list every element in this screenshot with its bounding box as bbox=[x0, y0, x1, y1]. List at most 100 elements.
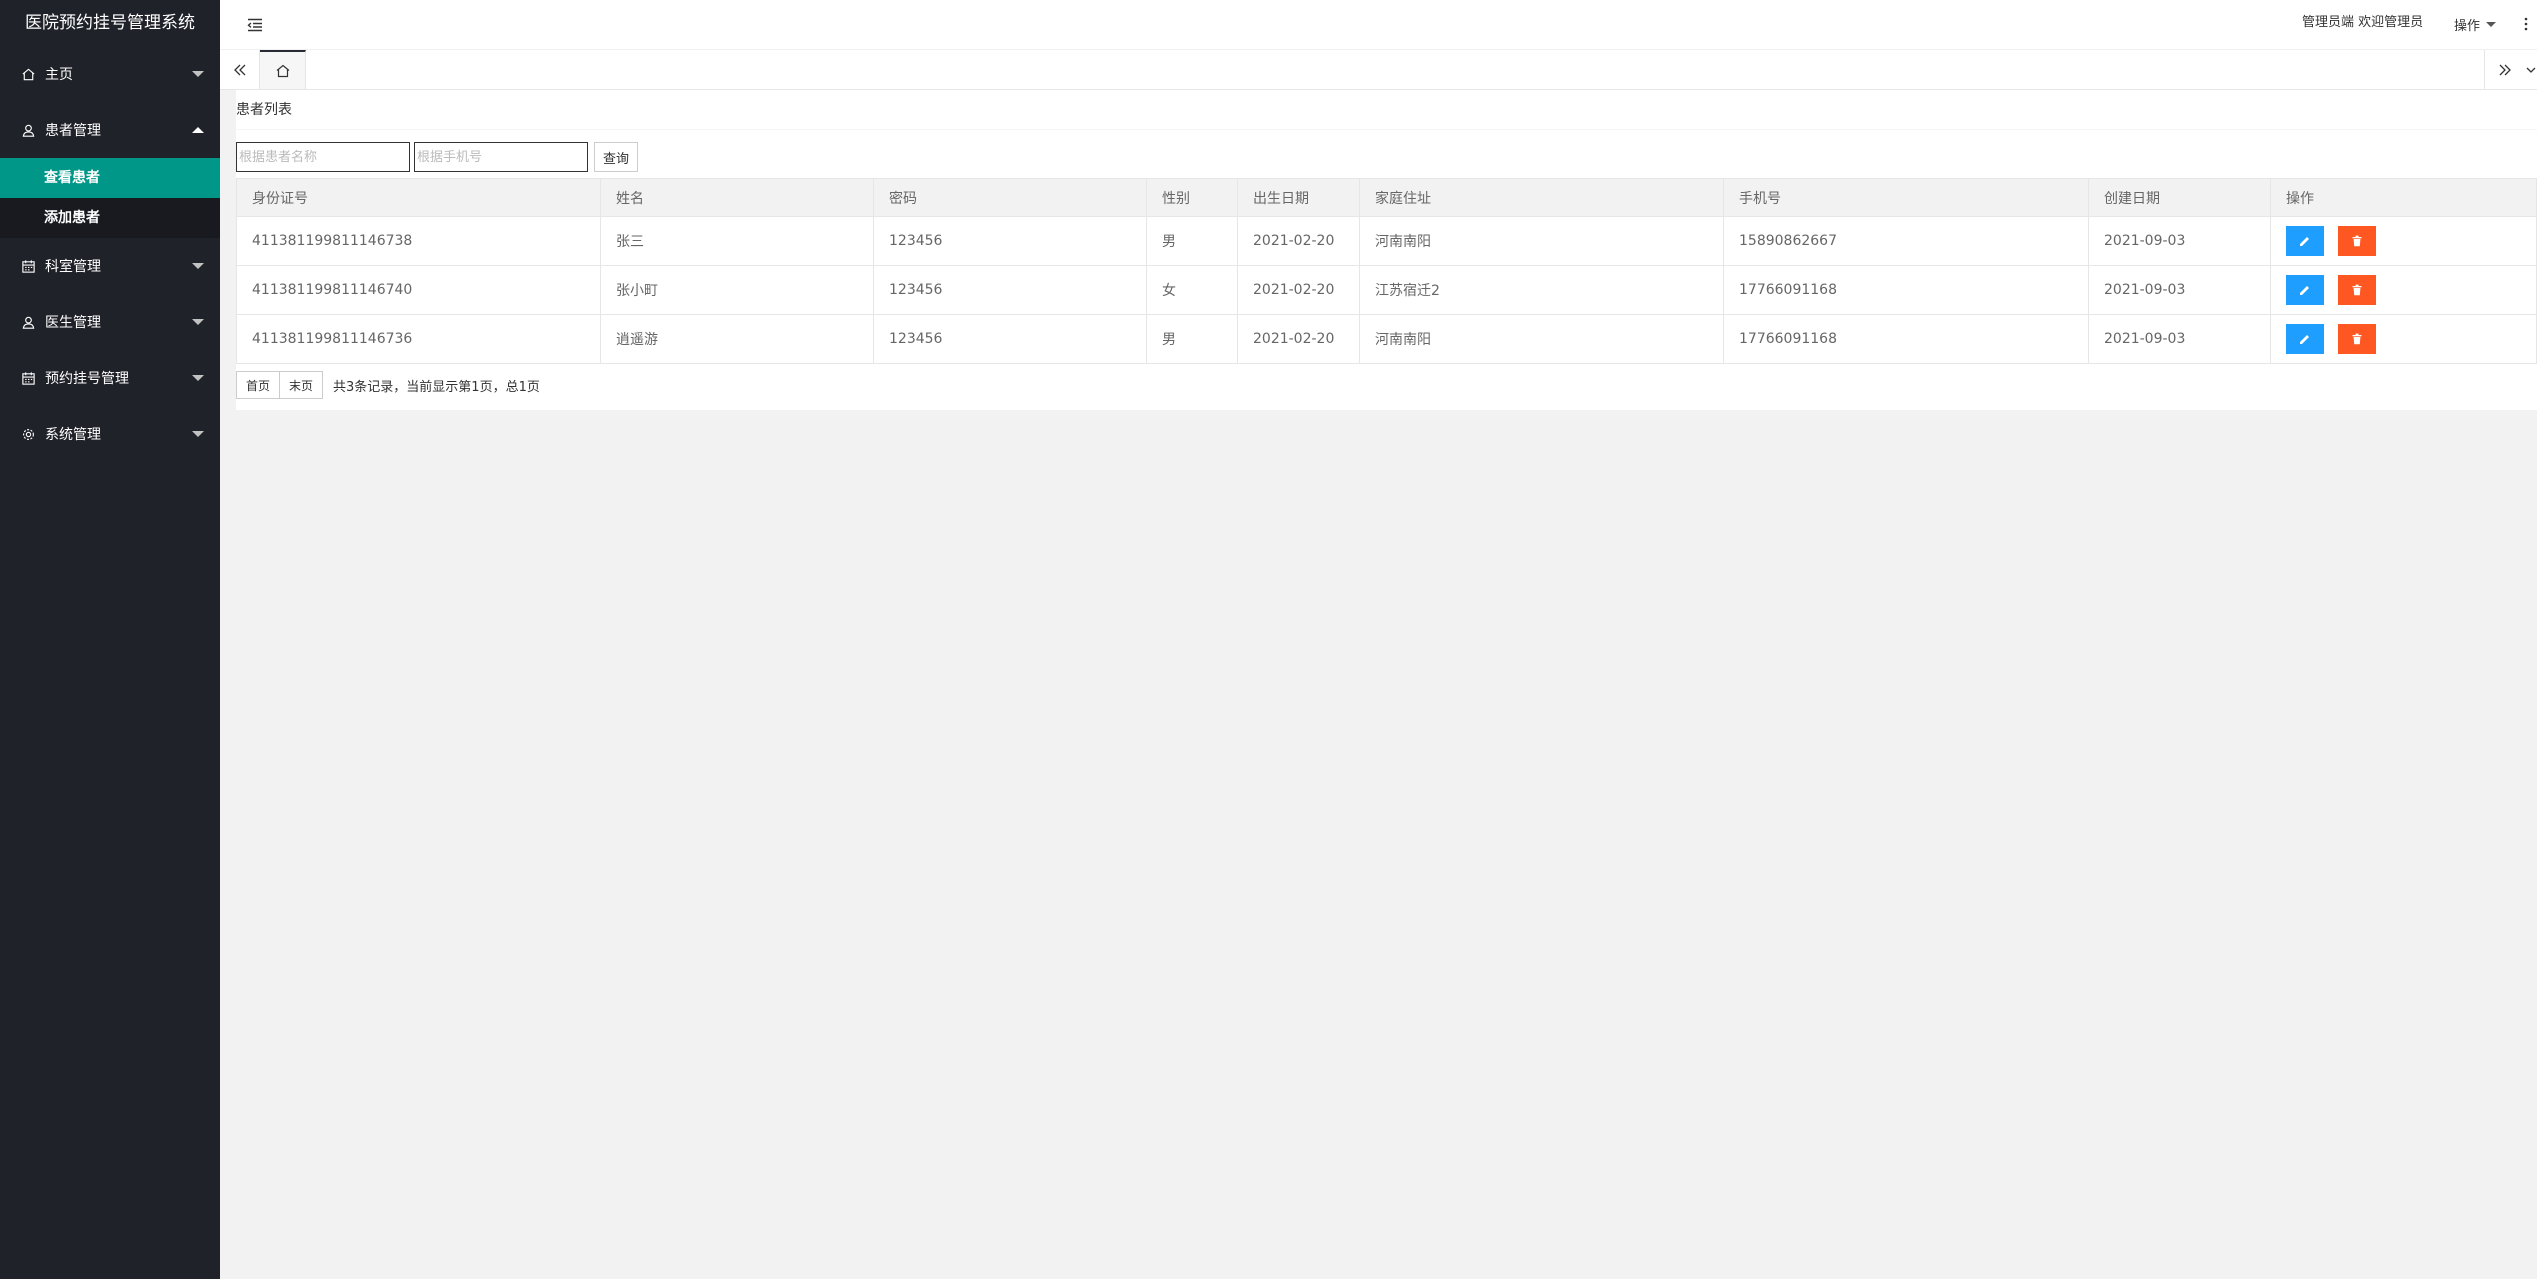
name-cell: 张三 bbox=[600, 216, 874, 266]
pencil-icon bbox=[2300, 335, 2309, 344]
sidebar-item-label: 主页 bbox=[45, 67, 73, 83]
name-cell: 逍遥游 bbox=[600, 314, 874, 364]
column-header: 家庭住址 bbox=[1359, 178, 1724, 217]
password-cell: 123456 bbox=[873, 265, 1147, 315]
calendar-icon bbox=[20, 258, 36, 274]
name-cell: 张小町 bbox=[600, 265, 874, 315]
chevron-down-icon bbox=[192, 431, 204, 437]
sidebar-item-doctors[interactable]: 医生管理 bbox=[0, 294, 220, 350]
chevron-up-icon bbox=[192, 127, 204, 133]
table-row: 411381199811146736 逍遥游 123456 男 2021-02-… bbox=[236, 314, 2537, 364]
actions-cell bbox=[2270, 216, 2537, 266]
edit-button[interactable] bbox=[2286, 226, 2324, 256]
sidebar-item-view-patients[interactable]: 查看患者 bbox=[0, 158, 220, 198]
more-vertical-icon[interactable] bbox=[2523, 16, 2529, 32]
tab-home[interactable] bbox=[260, 50, 306, 89]
birth-date-cell: 2021-02-20 bbox=[1237, 265, 1360, 315]
actions-cell bbox=[2270, 314, 2537, 364]
sidebar-item-label: 医生管理 bbox=[45, 315, 101, 331]
patient-table: 身份证号 姓名 密码 性别 出生日期 家庭住址 手机号 创建日期 操作 4113… bbox=[236, 178, 2537, 364]
last-page-button[interactable]: 末页 bbox=[280, 371, 324, 399]
edit-button[interactable] bbox=[2286, 324, 2324, 354]
phone-cell: 15890862667 bbox=[1723, 216, 2089, 266]
tabs-scroll-left-icon[interactable] bbox=[220, 50, 260, 89]
pencil-icon bbox=[2300, 286, 2309, 295]
phone-cell: 17766091168 bbox=[1723, 265, 2089, 315]
patients-submenu: 查看患者 添加患者 bbox=[0, 158, 220, 238]
actions-cell bbox=[2270, 265, 2537, 315]
password-cell: 123456 bbox=[873, 314, 1147, 364]
home-icon bbox=[20, 66, 36, 82]
column-header: 创建日期 bbox=[2088, 178, 2271, 217]
table-header-row: 身份证号 姓名 密码 性别 出生日期 家庭住址 手机号 创建日期 操作 bbox=[236, 178, 2537, 217]
delete-button[interactable] bbox=[2338, 226, 2376, 256]
column-header: 密码 bbox=[873, 178, 1147, 217]
trash-icon bbox=[2352, 235, 2362, 247]
phone-search-input[interactable] bbox=[414, 142, 588, 172]
first-page-button[interactable]: 首页 bbox=[236, 371, 281, 399]
sidebar-item-home[interactable]: 主页 bbox=[0, 46, 220, 102]
column-header: 身份证号 bbox=[236, 178, 601, 217]
chevron-down-icon bbox=[192, 319, 204, 325]
column-header: 出生日期 bbox=[1237, 178, 1360, 217]
pagination-summary: 共3条记录，当前显示第1页，总1页 bbox=[333, 379, 540, 395]
top-header: 管理员端 欢迎管理员 操作 bbox=[220, 0, 2537, 50]
phone-cell: 17766091168 bbox=[1723, 314, 2089, 364]
table-row: 411381199811146740 张小町 123456 女 2021-02-… bbox=[236, 265, 2537, 315]
id-number-cell: 411381199811146740 bbox=[236, 265, 601, 315]
column-header: 姓名 bbox=[600, 178, 874, 217]
address-cell: 河南南阳 bbox=[1359, 314, 1724, 364]
created-date-cell: 2021-09-03 bbox=[2088, 265, 2271, 315]
tabs-bar bbox=[220, 50, 2537, 90]
trash-icon bbox=[2352, 284, 2362, 296]
created-date-cell: 2021-09-03 bbox=[2088, 216, 2271, 266]
chevron-down-icon bbox=[192, 71, 204, 77]
sidebar-item-label: 科室管理 bbox=[45, 259, 101, 275]
page-title: 患者列表 bbox=[236, 90, 2537, 130]
created-date-cell: 2021-09-03 bbox=[2088, 314, 2271, 364]
sidebar-item-departments[interactable]: 科室管理 bbox=[0, 238, 220, 294]
sidebar-item-appointments[interactable]: 预约挂号管理 bbox=[0, 350, 220, 406]
delete-button[interactable] bbox=[2338, 324, 2376, 354]
gear-icon bbox=[20, 426, 36, 442]
birth-date-cell: 2021-02-20 bbox=[1237, 216, 1360, 266]
id-number-cell: 411381199811146738 bbox=[236, 216, 601, 266]
trash-icon bbox=[2352, 333, 2362, 345]
ops-label: 操作 bbox=[2454, 19, 2481, 34]
search-bar: 查询 bbox=[236, 141, 639, 173]
welcome-text: 管理员端 欢迎管理员 bbox=[2302, 15, 2424, 30]
user-icon bbox=[20, 314, 36, 330]
patient-list-card: 患者列表 查询 身份证号 姓名 密码 性别 出生日期 家庭住址 手机号 创建日期… bbox=[236, 90, 2537, 410]
address-cell: 江苏宿迁2 bbox=[1359, 265, 1724, 315]
sidebar-item-patients[interactable]: 患者管理 bbox=[0, 102, 220, 158]
tabs-menu-chevron-icon[interactable] bbox=[2524, 50, 2537, 89]
address-cell: 河南南阳 bbox=[1359, 216, 1724, 266]
tabs-scroll-right-icon[interactable] bbox=[2484, 50, 2524, 89]
table-row: 411381199811146738 张三 123456 男 2021-02-2… bbox=[236, 216, 2537, 266]
sidebar-item-system[interactable]: 系统管理 bbox=[0, 406, 220, 462]
gender-cell: 男 bbox=[1146, 314, 1238, 364]
birth-date-cell: 2021-02-20 bbox=[1237, 314, 1360, 364]
delete-button[interactable] bbox=[2338, 275, 2376, 305]
column-header: 操作 bbox=[2270, 178, 2537, 217]
column-header: 手机号 bbox=[1723, 178, 2089, 217]
patient-name-search-input[interactable] bbox=[236, 142, 410, 172]
edit-button[interactable] bbox=[2286, 275, 2324, 305]
home-icon bbox=[276, 64, 289, 77]
column-header: 性别 bbox=[1146, 178, 1238, 217]
sidebar-item-label: 预约挂号管理 bbox=[45, 371, 129, 387]
pagination: 首页 末页 共3条记录，当前显示第1页，总1页 bbox=[236, 371, 540, 399]
password-cell: 123456 bbox=[873, 216, 1147, 266]
ops-dropdown[interactable]: 操作 bbox=[2454, 15, 2497, 34]
calendar-icon bbox=[20, 370, 36, 386]
query-button[interactable]: 查询 bbox=[594, 142, 639, 172]
chevron-down-icon bbox=[192, 375, 204, 381]
sidebar: 医院预约挂号管理系统 主页 患者管理 查看患者 添加患者 科室管理 医生管理 预… bbox=[0, 0, 220, 1279]
chevron-down-icon bbox=[192, 263, 204, 269]
sidebar-item-add-patient[interactable]: 添加患者 bbox=[0, 198, 220, 238]
app-title: 医院预约挂号管理系统 bbox=[25, 13, 195, 33]
sidebar-item-label: 系统管理 bbox=[45, 427, 101, 443]
gender-cell: 男 bbox=[1146, 216, 1238, 266]
menu-toggle-icon[interactable] bbox=[246, 16, 264, 34]
caret-down-icon bbox=[2486, 22, 2497, 27]
